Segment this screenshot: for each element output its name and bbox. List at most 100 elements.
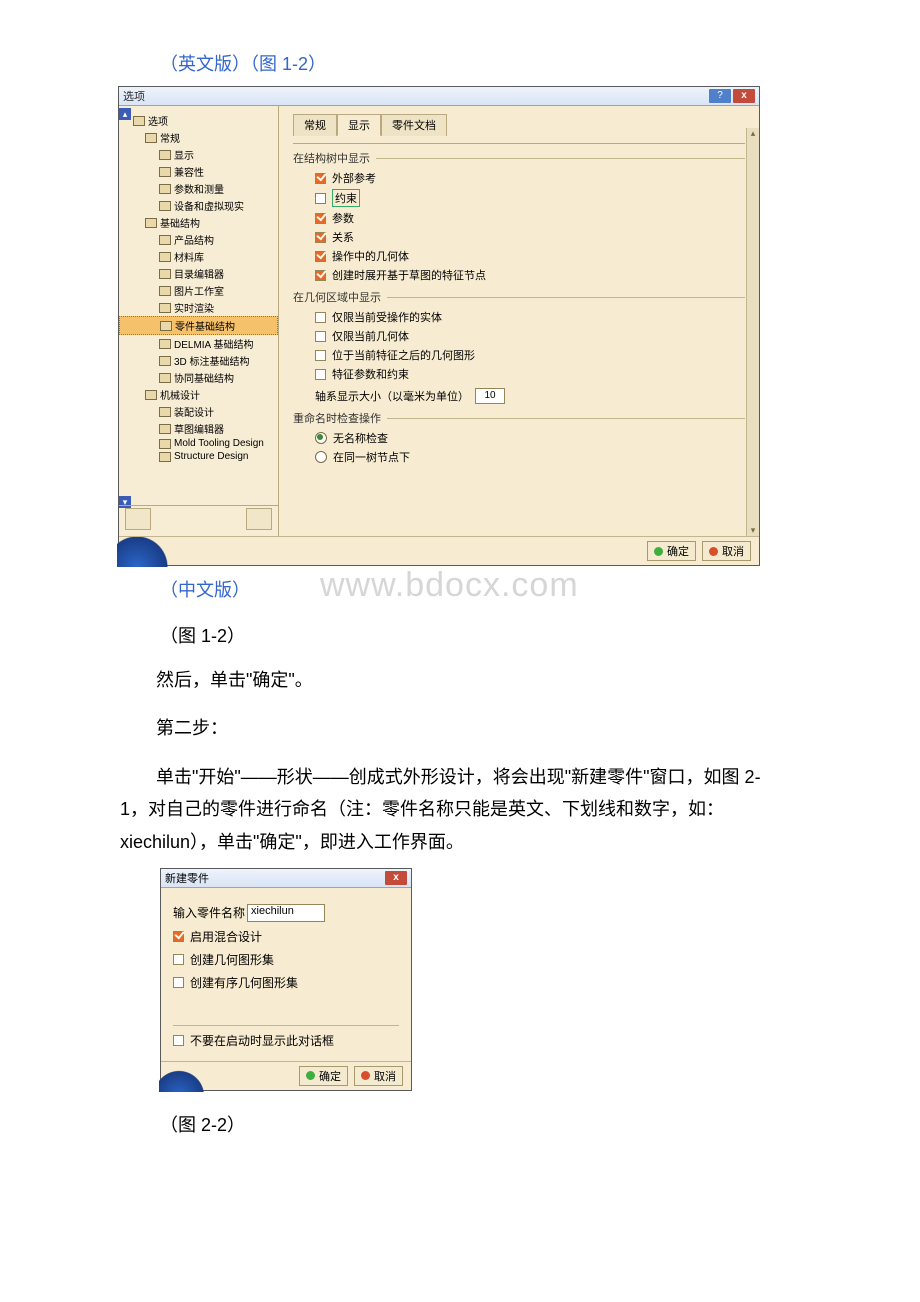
item-icon (159, 286, 171, 296)
item-icon (159, 356, 171, 366)
tree-node-assembly[interactable]: 装配设计 (119, 403, 278, 420)
checkbox-only-geom[interactable] (315, 331, 326, 342)
tree-label: Structure Design (174, 451, 248, 462)
checkbox-feature-constraint[interactable] (315, 369, 326, 380)
tree-label: 设备和虚拟现实 (174, 198, 244, 213)
tree-node-devices[interactable]: 设备和虚拟现实 (119, 197, 278, 214)
checkbox-body-in-op[interactable] (315, 251, 326, 262)
tree-node-photo[interactable]: 图片工作室 (119, 282, 278, 299)
checkbox-external-ref[interactable] (315, 173, 326, 184)
export-icon[interactable] (246, 508, 272, 530)
item-icon (159, 184, 171, 194)
folder-icon (145, 390, 157, 400)
ok-label: 确定 (319, 1068, 341, 1084)
radio-no-name-check[interactable] (315, 432, 327, 444)
checkbox-geom-set[interactable] (173, 954, 184, 965)
tree-label: 选项 (148, 113, 168, 128)
help-button[interactable]: ? (709, 89, 731, 103)
tree-label: 兼容性 (174, 164, 204, 179)
item-icon (159, 339, 171, 349)
item-icon (159, 167, 171, 177)
item-icon (159, 303, 171, 313)
globe-icon (159, 1066, 207, 1092)
tree-node-delmia[interactable]: DELMIA 基础结构 (119, 335, 278, 352)
tree-label: 材料库 (174, 249, 204, 264)
checkbox-relation[interactable] (315, 232, 326, 243)
opt-label: 参数 (332, 210, 354, 226)
tree-node-structure[interactable]: Structure Design (119, 450, 278, 463)
item-icon (159, 452, 171, 462)
tree-node-display[interactable]: 显示 (119, 146, 278, 163)
new-part-titlebar: 新建零件 x (161, 869, 411, 888)
checkbox-param[interactable] (315, 213, 326, 224)
opt-label: 特征参数和约束 (332, 366, 409, 382)
axis-size-input[interactable]: 10 (475, 388, 505, 404)
opt-label: 在同一树节点下 (333, 449, 410, 465)
opt-label: 外部参考 (332, 170, 376, 186)
tree-node-params[interactable]: 参数和测量 (119, 180, 278, 197)
ok-button[interactable]: 确定 (647, 541, 696, 561)
tree-label: 实时渲染 (174, 300, 214, 315)
tree-node-part-infra[interactable]: 零件基础结构 (119, 316, 278, 335)
tree-label: 机械设计 (160, 387, 200, 402)
tree-label: 常规 (160, 130, 180, 145)
tree-node-compat[interactable]: 兼容性 (119, 163, 278, 180)
tree-node-mech[interactable]: 机械设计 (119, 386, 278, 403)
tree-label: 显示 (174, 147, 194, 162)
tree-node-material[interactable]: 材料库 (119, 248, 278, 265)
options-titlebar: 选项 ? x (119, 87, 759, 106)
tree-node-catalog[interactable]: 目录编辑器 (119, 265, 278, 282)
tab-general[interactable]: 常规 (293, 114, 337, 136)
checkbox-only-solid[interactable] (315, 312, 326, 323)
cancel-dot-icon (361, 1071, 370, 1080)
group-rename-check: 重命名时检查操作 (293, 410, 745, 426)
radio-same-node[interactable] (315, 451, 327, 463)
opt-label: 创建时展开基于草图的特征节点 (332, 267, 486, 283)
opt-label: 创建有序几何图形集 (190, 974, 298, 991)
checkbox-hybrid-design[interactable] (173, 931, 184, 942)
reset-icon[interactable] (125, 508, 151, 530)
folder-icon (145, 133, 157, 143)
cancel-button[interactable]: 取消 (702, 541, 751, 561)
tree-node-options[interactable]: 选项 (119, 112, 278, 129)
checkbox-dont-knotshow[interactable] (173, 1035, 184, 1046)
close-button[interactable]: x (733, 89, 755, 103)
tree-label: 零件基础结构 (175, 318, 235, 333)
opt-label: 仅限当前几何体 (332, 328, 409, 344)
folder-icon (133, 116, 145, 126)
options-tree: ▴ 选项 常规 显示 兼容性 参数和测量 设备和虚拟现实 基础结构 产品结构 材… (119, 106, 279, 536)
options-dialog: 选项 ? x ▴ 选项 常规 显示 兼容性 参数和测量 设备和虚拟现实 基础结构… (118, 86, 760, 566)
opt-label: 无名称检查 (333, 430, 388, 446)
checkbox-expand-sketch[interactable] (315, 270, 326, 281)
item-icon (159, 424, 171, 434)
options-content: 常规 显示 零件文档 在结构树中显示 外部参考 约束 参数 关系 操作中的几何体… (279, 106, 759, 536)
tree-node-collab[interactable]: 协同基础结构 (119, 369, 278, 386)
tree-node-mold[interactable]: Mold Tooling Design (119, 437, 278, 450)
tree-node-realtime[interactable]: 实时渲染 (119, 299, 278, 316)
checkbox-constraint[interactable] (315, 193, 326, 204)
options-title: 选项 (123, 88, 145, 104)
tree-node-infra[interactable]: 基础结构 (119, 214, 278, 231)
part-name-input[interactable]: xiechilun (247, 904, 325, 922)
cancel-label: 取消 (722, 543, 744, 559)
ok-button[interactable]: 确定 (299, 1066, 348, 1086)
caption-fig-2-2: （图 2-2） (160, 1111, 780, 1137)
tree-label: 目录编辑器 (174, 266, 224, 281)
cancel-button[interactable]: 取消 (354, 1066, 403, 1086)
opt-label: 关系 (332, 229, 354, 245)
opt-label: 位于当前特征之后的几何图形 (332, 347, 475, 363)
item-icon (159, 252, 171, 262)
tree-node-3dannot[interactable]: 3D 标注基础结构 (119, 352, 278, 369)
tree-node-product[interactable]: 产品结构 (119, 231, 278, 248)
checkbox-after-feature[interactable] (315, 350, 326, 361)
tree-node-sketch[interactable]: 草图编辑器 (119, 420, 278, 437)
close-button[interactable]: x (385, 871, 407, 885)
tab-partdoc[interactable]: 零件文档 (381, 114, 447, 136)
tree-node-general[interactable]: 常规 (119, 129, 278, 146)
axis-size-label: 轴系显示大小（以毫米为单位） (315, 388, 469, 404)
tab-display[interactable]: 显示 (337, 114, 381, 136)
tree-label: DELMIA 基础结构 (174, 336, 253, 351)
content-scrollbar[interactable] (746, 128, 759, 536)
caption-fig-1-2: （图 1-2） (160, 622, 780, 648)
checkbox-ordered-geom-set[interactable] (173, 977, 184, 988)
